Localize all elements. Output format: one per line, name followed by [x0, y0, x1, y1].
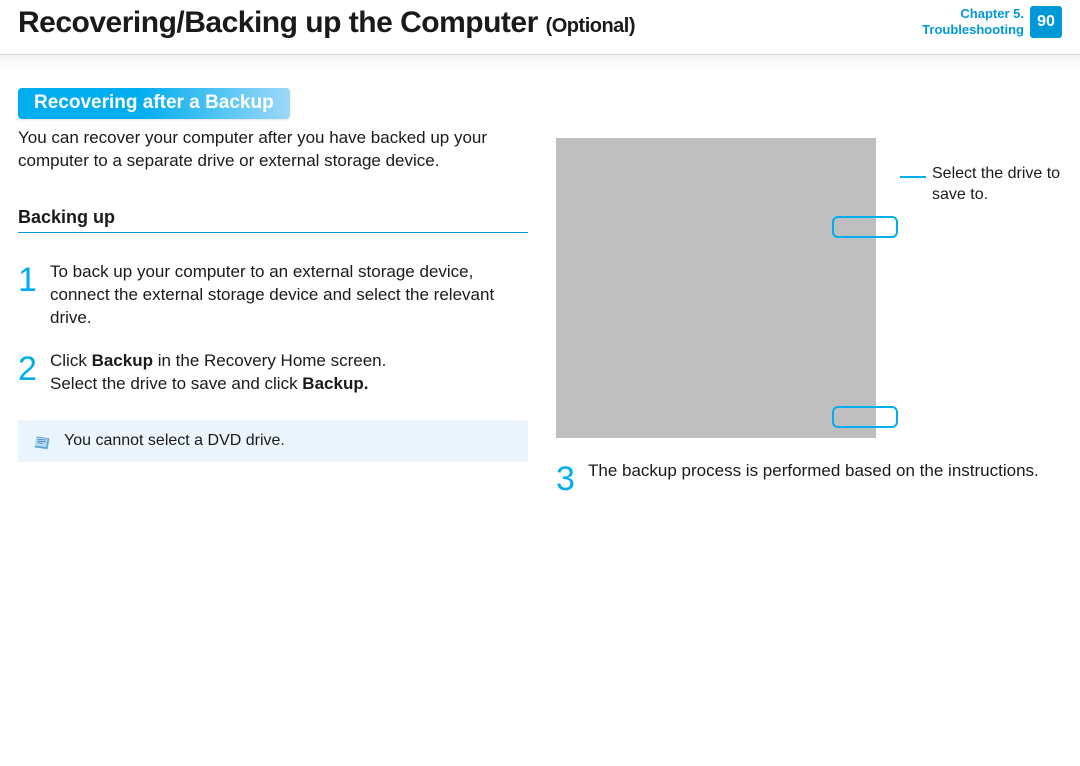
page-title: Recovering/Backing up the Computer (Opti…: [18, 6, 635, 39]
step-number: 1: [18, 261, 50, 330]
step-2: 2 Click Backup in the Recovery Home scre…: [18, 350, 528, 396]
screenshot-placeholder: [556, 138, 876, 438]
intro-text: You can recover your computer after you …: [18, 127, 528, 173]
callout-highlight-1: [832, 216, 898, 238]
chapter-label: Chapter 5.: [922, 6, 1024, 22]
chapter-section: Troubleshooting: [922, 22, 1024, 38]
step-3: 3 The backup process is performed based …: [556, 460, 1076, 496]
header-meta: Chapter 5. Troubleshooting 90: [922, 6, 1062, 38]
step-text: To back up your computer to an external …: [50, 261, 528, 330]
note-icon: [32, 430, 54, 452]
callout-connector: [900, 176, 926, 178]
header-divider: [0, 54, 1080, 68]
step2-line2-a: Select the drive to save and click: [50, 374, 302, 393]
callout-highlight-2: [832, 406, 898, 428]
callout-label: Select the drive to save to.: [932, 164, 1080, 206]
step-text: The backup process is performed based on…: [588, 460, 1076, 496]
chapter-info: Chapter 5. Troubleshooting: [922, 6, 1024, 38]
step2-line2-bold: Backup.: [302, 374, 368, 393]
step-number: 3: [556, 460, 588, 496]
step2-text-a: Click: [50, 351, 92, 370]
note-text: You cannot select a DVD drive.: [64, 432, 285, 450]
step-number: 2: [18, 350, 50, 396]
step2-bold-a: Backup: [92, 351, 153, 370]
sub-heading: Backing up: [18, 207, 528, 233]
section-heading: Recovering after a Backup: [18, 88, 290, 119]
note-box: You cannot select a DVD drive.: [18, 420, 528, 462]
page-number: 90: [1030, 6, 1062, 38]
step-1: 1 To back up your computer to an externa…: [18, 261, 528, 330]
title-main: Recovering/Backing up the Computer: [18, 6, 538, 39]
title-subtitle: (Optional): [546, 15, 635, 37]
step2-text-b: in the Recovery Home screen.: [153, 351, 386, 370]
step-text: Click Backup in the Recovery Home screen…: [50, 350, 528, 396]
